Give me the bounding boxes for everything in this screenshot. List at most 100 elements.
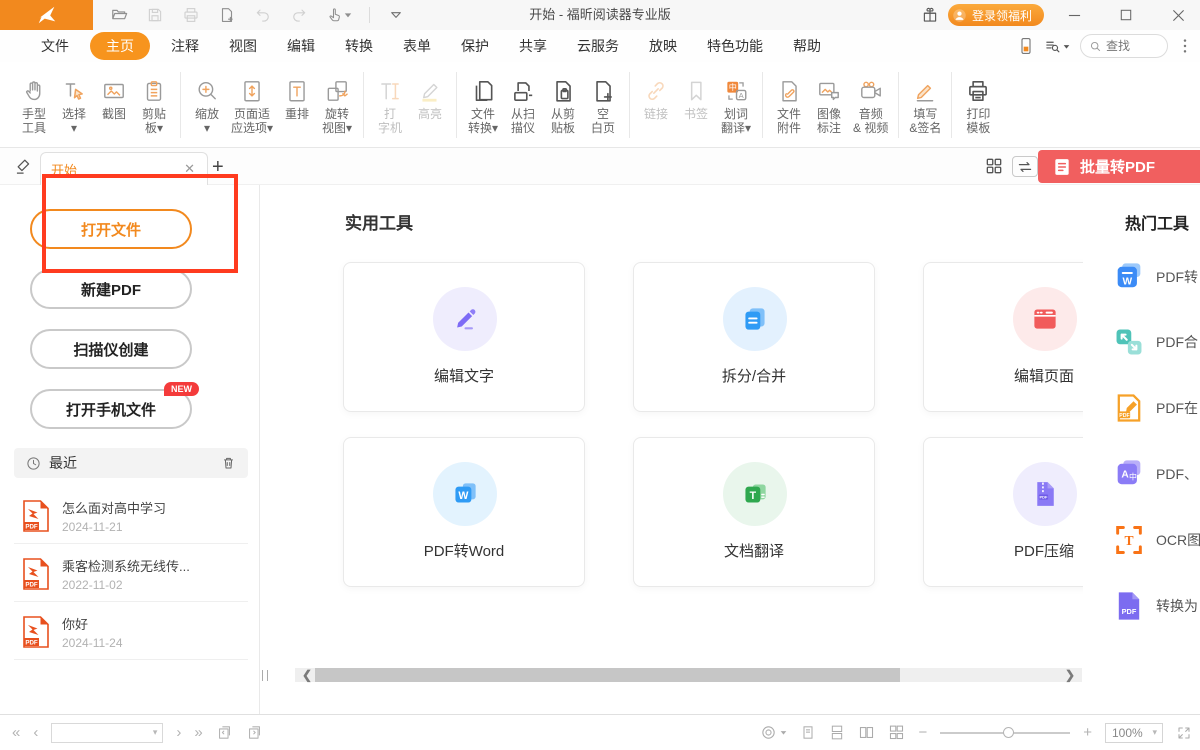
next-view-icon[interactable] xyxy=(246,724,263,741)
tab-start[interactable]: 开始 ✕ xyxy=(40,152,208,185)
search-box[interactable] xyxy=(1080,34,1168,58)
scrollbar-thumb[interactable] xyxy=(315,668,900,682)
app-logo[interactable] xyxy=(0,0,93,30)
zoom-in-icon[interactable]: + xyxy=(1083,725,1092,740)
recent-file-item[interactable]: PDF 怎么面对高中学习 2024-11-21 xyxy=(14,488,248,544)
hot-tool-pdf-to-word[interactable]: W PDF转 xyxy=(1112,260,1198,294)
ribbon-clipboard-button[interactable]: 剪贴 板▾ xyxy=(134,73,174,137)
search-list-icon[interactable] xyxy=(1044,38,1070,55)
ribbon-bookmark-button[interactable]: 书签 xyxy=(676,73,716,123)
grid-view-icon[interactable] xyxy=(984,156,1004,176)
ribbon-typewriter-button[interactable]: 打 字机 xyxy=(370,73,410,137)
customize-toolbar-icon[interactable] xyxy=(386,5,406,25)
touch-mode-icon[interactable] xyxy=(325,5,353,25)
save-icon[interactable] xyxy=(145,5,165,25)
zoom-level-combobox[interactable]: 100% ▾ xyxy=(1105,723,1163,743)
recent-file-item[interactable]: PDF 乘客检测系统无线传... 2022-11-02 xyxy=(14,546,248,602)
menu-view[interactable]: 视图 xyxy=(214,32,272,60)
menu-home[interactable]: 主页 xyxy=(90,32,150,60)
mobile-phone-icon[interactable] xyxy=(1018,37,1034,55)
card-pdf-to-word[interactable]: W PDF转Word xyxy=(343,437,585,587)
ribbon-image-annotation-button[interactable]: 图像 标注 xyxy=(809,73,849,137)
more-options-kebab-icon[interactable] xyxy=(1178,38,1192,54)
ribbon-audio-video-button[interactable]: 音频 & 视频 xyxy=(849,73,892,137)
print-icon[interactable] xyxy=(181,5,201,25)
menu-features[interactable]: 特色功能 xyxy=(692,32,778,60)
ribbon-fit-page-button[interactable]: 页面适 应选项▾ xyxy=(227,73,277,137)
horizontal-scrollbar[interactable]: ❮ ❯ xyxy=(295,668,1082,682)
redo-icon[interactable] xyxy=(289,5,309,25)
recent-file-item[interactable]: PDF 你好 2024-11-24 xyxy=(14,604,248,660)
first-page-icon[interactable]: « xyxy=(12,725,20,740)
card-edit-page[interactable]: 编辑页面 xyxy=(923,262,1083,412)
hot-tool-pdf-online-edit[interactable]: PDF PDF在 xyxy=(1112,391,1198,425)
new-pdf-button[interactable]: 新建PDF xyxy=(30,269,192,309)
hot-tool-pdf-merge[interactable]: PDF合 xyxy=(1112,325,1198,359)
new-tab-button[interactable]: + xyxy=(212,152,224,182)
combobox-caret-icon[interactable]: ▾ xyxy=(1147,727,1162,738)
ribbon-reflow-button[interactable]: 重排 xyxy=(277,73,317,123)
card-edit-text[interactable]: 编辑文字 xyxy=(343,262,585,412)
switch-tabs-icon[interactable] xyxy=(1012,156,1038,177)
menu-share[interactable]: 共享 xyxy=(504,32,562,60)
undo-icon[interactable] xyxy=(253,5,273,25)
close-button[interactable] xyxy=(1156,0,1200,30)
hot-tool-ocr[interactable]: T OCR图 xyxy=(1112,523,1200,557)
menu-edit[interactable]: 编辑 xyxy=(272,32,330,60)
zoom-slider-knob[interactable] xyxy=(1003,727,1014,738)
tab-close-icon[interactable]: ✕ xyxy=(182,161,197,177)
ribbon-from-scanner-button[interactable]: 从扫 描仪 xyxy=(503,73,543,137)
menu-slideshow[interactable]: 放映 xyxy=(634,32,692,60)
minimize-button[interactable] xyxy=(1052,0,1096,30)
ribbon-zoom-button[interactable]: 缩放 ▾ xyxy=(187,73,227,137)
trash-icon[interactable] xyxy=(221,455,236,471)
ribbon-hand-tool-button[interactable]: 手型 工具 xyxy=(14,73,54,137)
facing-continuous-view-icon[interactable] xyxy=(888,724,905,741)
whiteboard-pen-icon[interactable] xyxy=(14,156,34,176)
menu-file[interactable]: 文件 xyxy=(26,32,84,60)
menu-protect[interactable]: 保护 xyxy=(446,32,504,60)
maximize-button[interactable] xyxy=(1104,0,1148,30)
view-rotate-icon[interactable] xyxy=(760,724,787,741)
batch-convert-pdf-button[interactable]: 批量转PDF xyxy=(1038,150,1200,183)
page-number-input[interactable] xyxy=(52,726,147,740)
ribbon-print-template-button[interactable]: 打印 模板 xyxy=(958,73,998,137)
new-document-icon[interactable] xyxy=(217,5,237,25)
search-input[interactable] xyxy=(1106,39,1158,53)
next-page-icon[interactable]: › xyxy=(176,725,181,740)
menu-convert[interactable]: 转换 xyxy=(330,32,388,60)
open-file-button[interactable]: 打开文件 xyxy=(30,209,192,249)
sidebar-resize-grip[interactable] xyxy=(262,670,268,681)
zoom-slider[interactable] xyxy=(940,732,1070,734)
gift-icon[interactable] xyxy=(920,5,940,25)
card-pdf-compress[interactable]: PDF PDF压缩 xyxy=(923,437,1083,587)
open-file-icon[interactable] xyxy=(109,5,129,25)
previous-view-icon[interactable] xyxy=(216,724,233,741)
ribbon-rotate-view-button[interactable]: 旋转 视图▾ xyxy=(317,73,357,137)
menu-cloud[interactable]: 云服务 xyxy=(562,32,634,60)
hot-tool-convert-to-pdf[interactable]: PDF 转换为 xyxy=(1112,589,1198,623)
menu-help[interactable]: 帮助 xyxy=(778,32,836,60)
page-number-combobox[interactable]: ▾ xyxy=(51,723,163,743)
ribbon-select-button[interactable]: 选择 ▾ xyxy=(54,73,94,137)
ribbon-file-attachment-button[interactable]: 文件 附件 xyxy=(769,73,809,137)
card-split-merge[interactable]: 拆分/合并 xyxy=(633,262,875,412)
last-page-icon[interactable]: » xyxy=(194,725,202,740)
ribbon-translate-button[interactable]: 中 A 划词 翻译▾ xyxy=(716,73,756,137)
ribbon-from-clipboard-button[interactable]: 从剪 贴板 xyxy=(543,73,583,137)
facing-view-icon[interactable] xyxy=(858,724,875,741)
ribbon-file-convert-button[interactable]: 文件 转换▾ xyxy=(463,73,503,137)
zoom-out-icon[interactable]: − xyxy=(918,725,927,740)
single-page-view-icon[interactable] xyxy=(800,724,816,741)
continuous-view-icon[interactable] xyxy=(829,724,845,741)
hot-tool-pdf-translate[interactable]: A 中 PDF、 xyxy=(1112,457,1198,491)
ribbon-fill-sign-button[interactable]: 填写 &签名 xyxy=(905,73,945,137)
card-doc-translate[interactable]: T 文档翻译 xyxy=(633,437,875,587)
menu-comment[interactable]: 注释 xyxy=(156,32,214,60)
fullscreen-icon[interactable] xyxy=(1176,725,1192,741)
scanner-create-button[interactable]: 扫描仪创建 xyxy=(30,329,192,369)
scroll-right-icon[interactable]: ❯ xyxy=(1060,668,1080,682)
previous-page-icon[interactable]: ‹ xyxy=(33,725,38,740)
ribbon-blank-page-button[interactable]: 空 白页 xyxy=(583,73,623,137)
ribbon-link-button[interactable]: 链接 xyxy=(636,73,676,123)
